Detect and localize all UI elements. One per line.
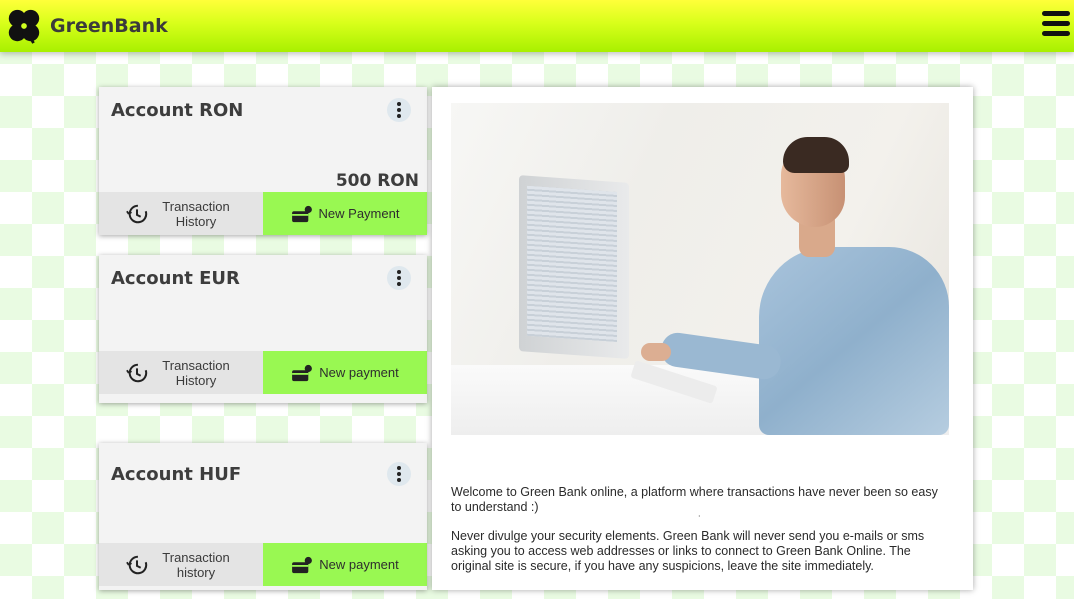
history-icon (126, 554, 148, 576)
account-title: Account HUF (111, 464, 242, 485)
transaction-history-label: Transaction history (162, 549, 230, 580)
transaction-history-button[interactable]: Transaction History (99, 351, 263, 394)
security-notice: Never divulge your security elements. Gr… (451, 529, 925, 573)
person-graphic (759, 247, 949, 435)
new-payment-button[interactable]: New payment (263, 543, 427, 586)
hero-image (451, 103, 949, 435)
account-title: Account EUR (111, 268, 240, 289)
account-card-huf: Account HUF Transaction history New paym… (99, 443, 427, 590)
welcome-panel: Welcome to Green Bank online, a platform… (432, 87, 973, 590)
account-card-ron: Account RON 500 RON Transaction History … (99, 87, 427, 235)
welcome-message: Welcome to Green Bank online, a platform… (451, 485, 938, 514)
account-balance: 500 RON (335, 171, 419, 191)
payment-card-icon (291, 205, 313, 223)
transaction-history-button[interactable]: Transaction History (99, 192, 263, 235)
divider-dot: · (698, 512, 701, 521)
history-icon (126, 362, 148, 384)
account-card-eur: Account EUR Transaction History New paym… (99, 255, 427, 403)
computer-monitor-graphic (519, 175, 629, 359)
more-vertical-icon[interactable] (387, 98, 411, 122)
account-title: Account RON (111, 100, 244, 121)
top-bar: GreenBank (0, 0, 1074, 52)
new-payment-label: New payment (319, 557, 399, 572)
new-payment-label: New Payment (318, 206, 400, 221)
card-actions: Transaction History New Payment (99, 192, 427, 235)
payment-card-icon (291, 364, 313, 382)
more-vertical-icon[interactable] (387, 266, 411, 290)
payment-card-icon (291, 556, 313, 574)
transaction-history-label: Transaction History (162, 357, 230, 388)
transaction-history-label: Transaction History (162, 198, 230, 229)
new-payment-label: New payment (319, 365, 399, 380)
card-actions: Transaction History New payment (99, 351, 427, 394)
intro-text: Welcome to Green Bank online, a platform… (451, 485, 951, 588)
hamburger-menu-icon[interactable] (1042, 11, 1070, 39)
card-actions: Transaction history New payment (99, 543, 427, 586)
new-payment-button[interactable]: New payment (263, 351, 427, 394)
transaction-history-button[interactable]: Transaction history (99, 543, 263, 586)
history-icon (126, 203, 148, 225)
clover-logo-icon[interactable] (5, 7, 43, 45)
new-payment-button[interactable]: New Payment (263, 192, 427, 235)
more-vertical-icon[interactable] (387, 462, 411, 486)
brand-name[interactable]: GreenBank (50, 15, 168, 37)
